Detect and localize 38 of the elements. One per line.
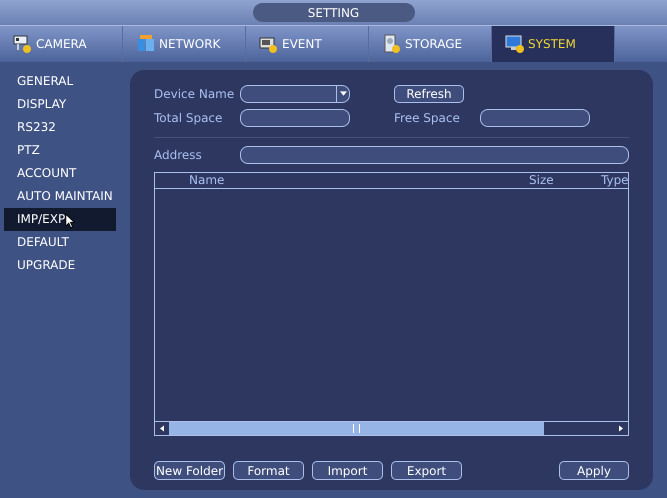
sidebar-item[interactable]: AUTO MAINTAIN: [4, 185, 116, 208]
action-button[interactable]: New Folder: [154, 461, 225, 480]
sidebar-item[interactable]: PTZ: [4, 139, 116, 162]
apply-button[interactable]: Apply: [559, 461, 629, 480]
mouse-pointer-icon: [65, 213, 75, 229]
sidebar-item[interactable]: DISPLAY: [4, 93, 116, 116]
column-header: Name: [189, 173, 224, 188]
field-label: Free Space: [394, 110, 461, 124]
field-label: Address: [154, 148, 203, 162]
monitor-icon: [504, 34, 526, 54]
sidebar-item[interactable]: DEFAULT: [4, 231, 116, 254]
window-title: SETTING: [252, 3, 414, 22]
tab[interactable]: SYSTEM: [492, 26, 615, 62]
sidebar-item[interactable]: IMP/EXP: [4, 208, 116, 231]
scroll-thumb[interactable]: [169, 422, 544, 435]
action-button[interactable]: Format: [233, 461, 304, 480]
tab[interactable]: NETWORK: [123, 26, 246, 62]
field-label: Total Space: [154, 110, 224, 124]
device-name-dropdown[interactable]: [240, 84, 350, 102]
free-space-field[interactable]: [480, 108, 590, 126]
column-header: Size: [529, 173, 554, 188]
camera-icon: [12, 34, 34, 54]
network-icon: [135, 34, 157, 54]
action-button[interactable]: Export: [391, 461, 462, 480]
horizontal-scrollbar[interactable]: [155, 421, 628, 435]
field-label: Device Name: [154, 86, 236, 100]
column-header: Type: [601, 173, 629, 188]
action-button[interactable]: Import: [312, 461, 383, 480]
refresh-button[interactable]: Refresh: [394, 84, 464, 102]
sidebar-item[interactable]: GENERAL: [4, 70, 116, 93]
address-field[interactable]: [240, 146, 629, 164]
sidebar-item[interactable]: RS232: [4, 116, 116, 139]
sidebar-item[interactable]: ACCOUNT: [4, 162, 116, 185]
tab[interactable]: EVENT: [246, 26, 369, 62]
total-space-field[interactable]: [240, 108, 350, 126]
caret-icon: [340, 91, 346, 96]
tab[interactable]: CAMERA: [0, 26, 123, 62]
sidebar-item[interactable]: UPGRADE: [4, 254, 116, 277]
